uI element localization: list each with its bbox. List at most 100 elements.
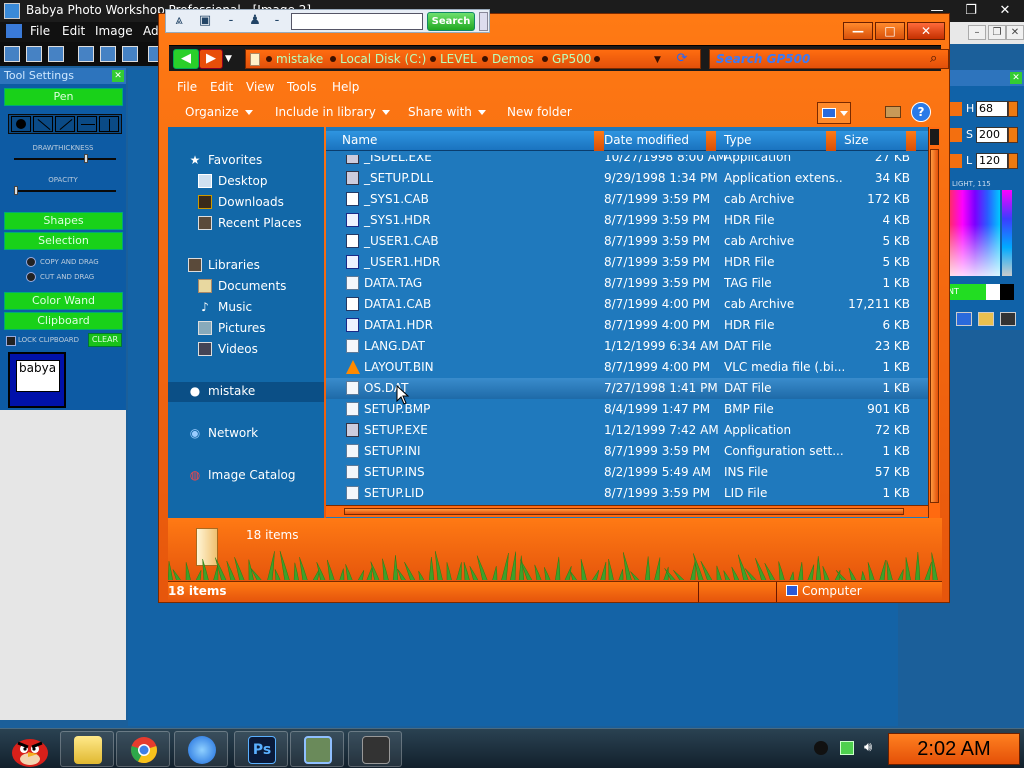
nav-libraries[interactable]: Libraries	[168, 256, 324, 276]
app-logo-icon[interactable]: ⩓	[170, 13, 188, 29]
color-spectrum[interactable]	[950, 190, 1000, 276]
table-row[interactable]: SETUP.BMP 8/4/1999 1:47 PM BMP File 901 KB	[326, 399, 928, 420]
clipboard-button[interactable]: Clipboard	[4, 312, 123, 330]
start-button[interactable]	[4, 729, 56, 768]
nav-image-catalog[interactable]: ◍ Image Catalog	[168, 466, 324, 486]
organize-button[interactable]: Organize	[185, 105, 253, 119]
dropdown-icon[interactable]: -	[268, 13, 286, 29]
breadcrumb-level[interactable]: LEVEL	[440, 52, 477, 66]
current-color-swatch[interactable]: NT	[948, 284, 986, 300]
include-in-library-button[interactable]: Include in library	[275, 105, 390, 119]
taskbar-chrome[interactable]	[116, 731, 170, 767]
maximize-button[interactable]: □	[875, 22, 905, 40]
table-row[interactable]: DATA.TAG 8/7/1999 3:59 PM TAG File 1 KB	[326, 273, 928, 294]
refresh-icon[interactable]: ⟳	[670, 51, 694, 67]
column-divider[interactable]	[906, 131, 916, 151]
taskbar-babya[interactable]	[290, 731, 344, 767]
column-divider[interactable]	[826, 131, 836, 151]
horizontal-scrollbar[interactable]	[326, 505, 928, 517]
close-button[interactable]: ✕	[907, 22, 945, 40]
column-size[interactable]: Size	[844, 133, 869, 147]
draw-thickness-knob[interactable]	[84, 154, 88, 163]
shapes-button[interactable]: Shapes	[4, 212, 123, 230]
table-row[interactable]: SETUP.EXE 1/12/1999 7:42 AM Application 72 …	[326, 420, 928, 441]
horizontal-brush-option[interactable]	[77, 116, 97, 132]
white-swatch[interactable]	[986, 284, 1000, 300]
document-close-button[interactable]: ✕	[1006, 25, 1024, 40]
menu-help[interactable]: Help	[332, 80, 359, 94]
nav-music[interactable]: ♪ Music	[168, 298, 324, 318]
recent-pages-dropdown[interactable]: ▼	[225, 52, 237, 66]
breadcrumb-demos[interactable]: Demos	[492, 52, 534, 66]
table-row[interactable]: DATA1.HDR 8/7/1999 4:00 PM HDR File 6 KB	[326, 315, 928, 336]
table-row[interactable]: DATA1.CAB 8/7/1999 4:00 PM cab Archive 17,2…	[326, 294, 928, 315]
column-divider[interactable]	[706, 131, 716, 151]
nav-pictures[interactable]: Pictures	[168, 319, 324, 339]
copy-icon[interactable]	[100, 46, 116, 62]
table-row[interactable]: LAYOUT.BIN 8/7/1999 4:00 PM VLC media file…	[326, 357, 928, 378]
back-button[interactable]: ◀	[173, 49, 199, 69]
nav-favorites[interactable]: ★ Favorites	[168, 151, 324, 171]
nav-network[interactable]: ◉ Network	[168, 424, 324, 444]
color-panel-close-button[interactable]: ✕	[1010, 72, 1022, 84]
table-row[interactable]: _ISDEL.EXE 10/27/1998 8:00 AM Application 2…	[326, 155, 928, 168]
table-row[interactable]: SETUP.INI 8/7/1999 3:59 PM Configuration s…	[326, 441, 928, 462]
menu-edit[interactable]: Edit	[210, 80, 233, 94]
search-icon[interactable]: ⌕	[930, 51, 937, 66]
diagonal-brush-option[interactable]	[33, 116, 53, 132]
menu-tools[interactable]: Tools	[287, 80, 317, 94]
hue-stepper[interactable]	[1008, 101, 1018, 117]
toolbar-search-button[interactable]: Search	[427, 12, 475, 31]
table-row[interactable]: _SYS1.HDR 8/7/1999 3:59 PM HDR File 4 KB	[326, 210, 928, 231]
vertical-scrollbar-thumb[interactable]	[930, 149, 939, 503]
column-type[interactable]: Type	[724, 133, 752, 147]
open-file-icon[interactable]	[26, 46, 42, 62]
taskbar-photoshop[interactable]: Ps	[234, 731, 288, 767]
nav-documents[interactable]: Documents	[168, 277, 324, 297]
opacity-slider[interactable]	[14, 186, 116, 195]
forward-button[interactable]: ▶	[199, 49, 223, 69]
nav-recent-places[interactable]: Recent Places	[168, 214, 324, 234]
saturation-stepper[interactable]	[1008, 127, 1018, 143]
cut-icon[interactable]	[78, 46, 94, 62]
taskbar-explorer[interactable]	[60, 731, 114, 767]
document-restore-button[interactable]: ❐	[988, 25, 1006, 40]
nav-downloads[interactable]: Downloads	[168, 193, 324, 213]
breadcrumb-local-disk[interactable]: Local Disk (C:)	[340, 52, 426, 66]
lock-clipboard-checkbox[interactable]	[6, 336, 16, 346]
tray-circle-icon[interactable]	[814, 741, 828, 755]
menu-view[interactable]: View	[246, 80, 274, 94]
change-view-button[interactable]	[817, 102, 851, 124]
new-file-icon[interactable]	[4, 46, 20, 62]
cut-and-drag-radio[interactable]	[26, 272, 36, 282]
background-restore-button[interactable]: ❐	[956, 1, 986, 21]
column-name[interactable]: Name	[342, 133, 377, 147]
toolbar-search-input[interactable]	[291, 13, 423, 30]
network-status-icon[interactable]	[840, 741, 854, 755]
background-close-button[interactable]: ✕	[990, 1, 1020, 21]
draw-thickness-slider[interactable]	[14, 154, 116, 163]
horizontal-scrollbar-thumb[interactable]	[344, 508, 904, 515]
table-row[interactable]: _USER1.HDR 8/7/1999 3:59 PM HDR File 5 KB	[326, 252, 928, 273]
lightness-input[interactable]: 120	[976, 153, 1008, 169]
document-minimize-button[interactable]: –	[968, 25, 986, 40]
clear-clipboard-button[interactable]: CLEAR	[88, 333, 122, 347]
search-input[interactable]: Search GP500 ⌕	[709, 49, 949, 69]
background-menu-edit[interactable]: Edit	[62, 24, 85, 38]
palette-grid-icon[interactable]	[956, 312, 972, 326]
person-icon[interactable]: ♟	[246, 13, 264, 29]
taskbar-internet-explorer[interactable]	[174, 731, 228, 767]
selection-button[interactable]: Selection	[4, 232, 123, 250]
table-row[interactable]: SETUP.LID 8/7/1999 3:59 PM LID File 1 KB	[326, 483, 928, 504]
table-row[interactable]: _SYS1.CAB 8/7/1999 3:59 PM cab Archive 172 …	[326, 189, 928, 210]
slash-brush-option[interactable]	[55, 116, 75, 132]
hue-strip[interactable]	[1002, 190, 1012, 276]
nav-desktop[interactable]: Desktop	[168, 172, 324, 192]
opacity-knob[interactable]	[14, 186, 18, 195]
background-menu-image[interactable]: Image	[95, 24, 133, 38]
paste-icon[interactable]	[122, 46, 138, 62]
vertical-scrollbar[interactable]	[928, 127, 940, 518]
preview-pane-icon[interactable]	[885, 106, 901, 118]
color-wand-button[interactable]: Color Wand	[4, 292, 123, 310]
saturation-input[interactable]: 200	[976, 127, 1008, 143]
